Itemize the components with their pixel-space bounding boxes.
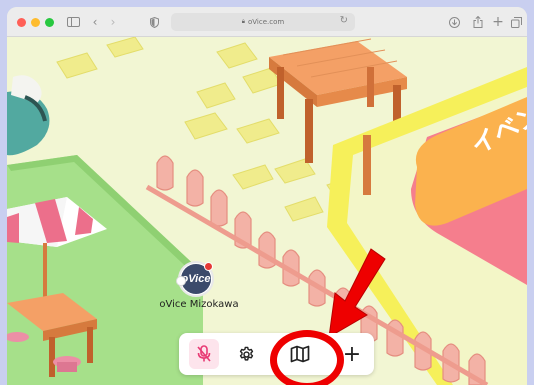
browser-toolbar: ‹ › 🔒︎ oVice.com ↻ + <box>7 7 527 37</box>
ovice-virtual-space[interactable]: イベン oVice oVice Mizokawa + <box>7 37 527 385</box>
forward-icon[interactable]: › <box>107 13 119 31</box>
privacy-shield-icon[interactable] <box>147 13 161 31</box>
minimize-window-button[interactable] <box>31 18 40 27</box>
status-dot-icon <box>204 262 213 271</box>
avatar-mic-badge-icon <box>176 276 186 286</box>
download-icon[interactable] <box>447 13 461 31</box>
gear-icon <box>239 346 253 361</box>
user-avatar[interactable]: oVice <box>176 261 214 297</box>
reload-icon[interactable]: ↻ <box>340 15 348 26</box>
red-arrow-annotation <box>328 248 386 338</box>
zoom-window-button[interactable] <box>45 18 54 27</box>
mic-muted-button[interactable] <box>189 339 219 369</box>
back-icon[interactable]: ‹ <box>89 13 101 31</box>
lock-icon: 🔒︎ <box>241 18 245 25</box>
plus-icon: + <box>342 341 362 367</box>
address-bar[interactable]: 🔒︎ oVice.com ↻ <box>171 13 355 31</box>
sidebar-toggle-icon[interactable] <box>65 13 81 31</box>
share-icon[interactable] <box>471 13 485 31</box>
new-tab-icon[interactable]: + <box>491 13 505 31</box>
close-window-button[interactable] <box>17 18 26 27</box>
mic-off-icon <box>197 345 211 362</box>
red-circle-annotation <box>270 330 344 385</box>
settings-button[interactable] <box>231 339 261 369</box>
avatar-name-label: oVice Mizokawa <box>159 299 239 310</box>
url-text: oVice.com <box>248 18 285 26</box>
browser-window: ‹ › 🔒︎ oVice.com ↻ + イベン oVice oVice Miz… <box>7 7 527 385</box>
screenshot-frame: ‹ › 🔒︎ oVice.com ↻ + イベン oVice oVice Miz… <box>0 0 534 385</box>
tab-overview-icon[interactable] <box>509 13 523 31</box>
